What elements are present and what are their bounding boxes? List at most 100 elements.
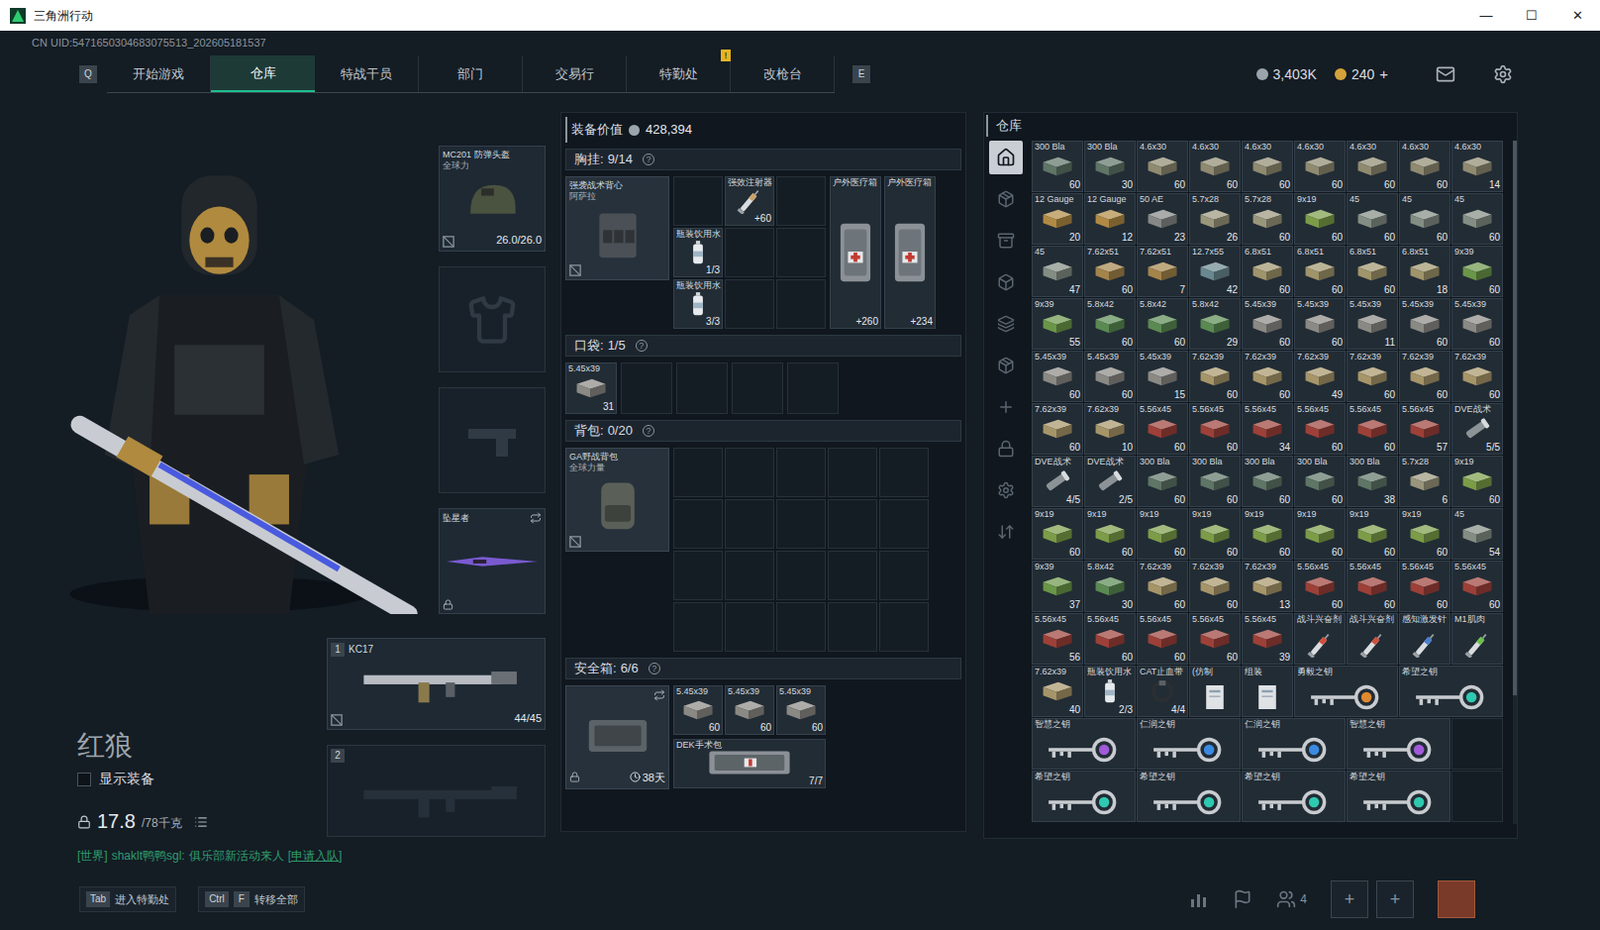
inventory-item[interactable]: 5.45x3960 [1451, 298, 1503, 350]
inventory-item[interactable]: 强效注射器+60 [724, 176, 775, 226]
empty-slot[interactable] [673, 601, 723, 652]
inventory-item[interactable]: 6.8x5118 [1399, 245, 1451, 298]
inventory-item[interactable]: 7.62x3960 [1031, 402, 1084, 455]
empty-slot[interactable] [1451, 717, 1503, 770]
inventory-item[interactable]: 7.62x3949 [1294, 350, 1346, 402]
inventory-item[interactable]: 7.62x3960 [1136, 560, 1189, 612]
empty-slot[interactable] [879, 601, 929, 652]
empty-slot[interactable] [724, 499, 775, 549]
hotkey-hint[interactable]: Tab进入特勤处 [79, 886, 177, 913]
swap-icon[interactable] [529, 511, 542, 524]
gear-container[interactable]: 强袭战术背心阿萨拉 [565, 176, 670, 281]
inventory-item[interactable]: CAT止血带4/4 [1136, 665, 1189, 717]
sidebar-item[interactable] [989, 514, 1023, 549]
pistol-slot[interactable] [438, 387, 546, 494]
inventory-item[interactable]: 5.56x4560 [1189, 612, 1241, 665]
sidebar-item[interactable] [989, 306, 1023, 341]
scrollbar-thumb[interactable] [1512, 140, 1517, 696]
stats-icon[interactable] [1189, 889, 1209, 909]
inventory-item[interactable]: 5.7x286 [1399, 455, 1451, 507]
empty-slot[interactable] [724, 227, 775, 278]
inventory-item[interactable]: 5.56x4534 [1241, 402, 1294, 455]
inventory-item[interactable]: 5.56x4560 [1451, 560, 1503, 612]
inventory-item[interactable]: 5.56x4560 [1294, 560, 1346, 612]
empty-slot[interactable] [787, 362, 839, 414]
inventory-item[interactable]: 户外医疗箱+234 [884, 176, 936, 329]
helmet-slot[interactable]: MC201 防弹头盔全球力26.0/26.0 [438, 145, 546, 252]
inventory-item[interactable]: 智慧之钥 [1031, 717, 1136, 770]
empty-slot[interactable] [776, 176, 826, 226]
inventory-item[interactable]: 5.56x4560 [1346, 560, 1399, 612]
settings-icon[interactable] [1493, 64, 1513, 85]
inventory-item[interactable]: 9x1960 [1031, 507, 1084, 560]
inventory-item[interactable]: 9x3960 [1451, 245, 1503, 298]
empty-slot[interactable] [776, 279, 826, 329]
inventory-item[interactable]: (仿制 [1189, 665, 1241, 717]
inventory-item[interactable]: 5.56x4556 [1031, 612, 1084, 665]
inventory-item[interactable]: 9x3955 [1031, 298, 1084, 350]
inventory-item[interactable]: 5.45x3960 [1294, 298, 1346, 350]
inventory-item[interactable]: 5.56x4560 [1136, 402, 1189, 455]
inventory-item[interactable]: 组装 [1241, 665, 1294, 717]
inventory-item[interactable]: 5.45x3960 [776, 685, 826, 735]
sidebar-item[interactable] [989, 223, 1023, 258]
inventory-item[interactable]: 7.62x3960 [1346, 350, 1399, 402]
nav-tab[interactable]: 交易行 [522, 55, 627, 93]
empty-slot[interactable] [776, 601, 826, 652]
inventory-item[interactable]: 5.45x3960 [1031, 350, 1084, 402]
inventory-item[interactable]: 300 Bla60 [1189, 455, 1241, 507]
inventory-item[interactable]: 智慧之钥 [1346, 717, 1451, 770]
flag-icon[interactable] [1232, 889, 1253, 909]
inventory-item[interactable]: DVE战术2/5 [1084, 455, 1136, 507]
inventory-item[interactable]: 7.62x3960 [1189, 350, 1241, 402]
empty-slot[interactable] [827, 499, 878, 549]
inventory-item[interactable]: 7.62x3960 [1399, 350, 1451, 402]
inventory-item[interactable]: 5.56x4560 [1346, 402, 1399, 455]
hotkey-hint[interactable]: CtrlF转移全部 [198, 886, 305, 913]
inventory-item[interactable]: 5.45x3960 [673, 685, 723, 735]
empty-slot[interactable] [724, 447, 775, 498]
empty-slot[interactable] [673, 499, 723, 549]
swap-icon[interactable] [653, 689, 666, 701]
inventory-item[interactable]: DVE战术4/5 [1031, 455, 1084, 507]
inventory-item[interactable]: 5.56x4560 [1084, 612, 1136, 665]
window-control[interactable]: — [1463, 0, 1509, 31]
inventory-item[interactable]: 9x1960 [1084, 507, 1136, 560]
inventory-item[interactable]: 50 AE23 [1136, 193, 1189, 245]
inventory-item[interactable]: 12 Gauge20 [1031, 193, 1084, 245]
inventory-item[interactable]: 7.62x3960 [1189, 560, 1241, 612]
gear-container[interactable]: GA野战背包全球力量 [565, 447, 670, 552]
inventory-item[interactable]: M1肌肉 [1451, 612, 1503, 665]
inventory-item[interactable]: DEK手术包7/7 [673, 738, 826, 789]
sidebar-item[interactable] [989, 390, 1023, 424]
inventory-item[interactable]: 户外医疗箱+260 [829, 176, 882, 329]
inventory-item[interactable]: 9x1960 [1189, 507, 1241, 560]
inventory-item[interactable]: 5.56x4560 [1294, 402, 1346, 455]
sidebar-item[interactable] [989, 431, 1023, 466]
inventory-item[interactable]: 4.6x3060 [1346, 140, 1399, 193]
inventory-item[interactable]: 9x1960 [1346, 507, 1399, 560]
inventory-item[interactable]: 5.45x3915 [1136, 350, 1189, 402]
inventory-item[interactable]: 4.6x3060 [1241, 140, 1294, 193]
inventory-item[interactable]: 12 Gauge12 [1084, 193, 1136, 245]
empty-slot[interactable] [673, 550, 723, 600]
sidebar-item[interactable] [989, 265, 1023, 300]
inventory-item[interactable]: 4560 [1399, 193, 1451, 245]
inventory-item[interactable]: 7.62x517 [1136, 245, 1189, 298]
empty-slot[interactable] [879, 550, 929, 600]
player-avatar[interactable] [1437, 880, 1476, 918]
inventory-item[interactable]: 9x1960 [1399, 507, 1451, 560]
inventory-item[interactable]: 7.62x3960 [1451, 350, 1503, 402]
inventory-item[interactable]: 5.56x4560 [1189, 402, 1241, 455]
empty-slot[interactable] [776, 550, 826, 600]
sidebar-item[interactable] [989, 473, 1023, 507]
inventory-item[interactable]: 5.56x4539 [1241, 612, 1294, 665]
nav-tab[interactable]: 特勤处 [626, 55, 731, 93]
nav-tab[interactable]: 仓库 [210, 55, 315, 93]
inventory-item[interactable]: 希望之钥 [1136, 770, 1241, 822]
empty-slot[interactable] [724, 550, 775, 600]
scrollbar[interactable] [1512, 140, 1517, 824]
window-control[interactable]: ☐ [1508, 0, 1555, 31]
empty-slot[interactable] [776, 227, 826, 278]
empty-slot[interactable] [673, 176, 723, 226]
